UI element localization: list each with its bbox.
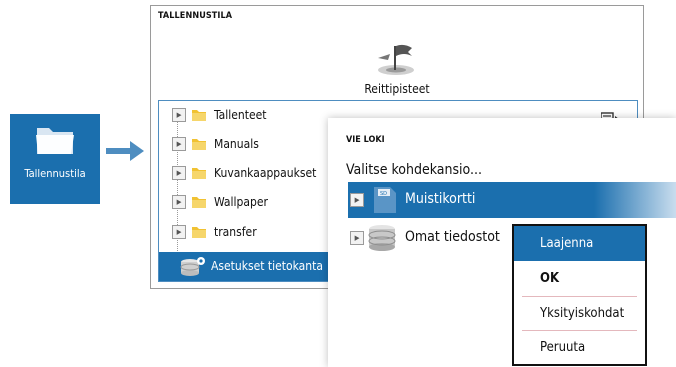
database-settings-icon (180, 257, 205, 276)
waypoints-label[interactable]: Reittipisteet (151, 82, 643, 96)
dialog-title: VIE LOKI (346, 135, 385, 145)
folder-icon (36, 128, 74, 154)
menu-item-expand[interactable]: Laajenna (514, 226, 645, 261)
memory-card-label: Muistikortti (405, 191, 476, 207)
folder-icon (192, 227, 206, 238)
folder-icon (192, 168, 206, 179)
dialog-subtitle: Valitse kohdekansio... (346, 162, 482, 178)
list-item[interactable]: ▶ Manuals (172, 131, 259, 157)
memory-card-item[interactable]: ▶ SD Muistikortti (348, 182, 676, 218)
expand-icon[interactable]: ▶ (172, 137, 186, 151)
database-icon (368, 225, 396, 251)
menu-item-cancel[interactable]: Peruuta (514, 330, 645, 365)
expand-icon[interactable]: ▶ (172, 195, 186, 209)
folder-icon (192, 197, 206, 208)
list-item[interactable]: ▶ Kuvankaappaukset (172, 160, 316, 186)
storage-tile-label: Tallennustila (24, 167, 86, 180)
expand-icon[interactable]: ▶ (172, 225, 186, 239)
svg-text:SD: SD (380, 191, 387, 197)
folder-icon (192, 110, 206, 121)
waypoint-flag-icon[interactable] (373, 42, 419, 76)
menu-item-ok[interactable]: OK (514, 261, 645, 296)
database-settings-label: Asetukset tietokanta (211, 259, 323, 273)
expand-icon[interactable]: ▶ (172, 108, 186, 122)
sd-card-icon: SD (374, 187, 396, 213)
menu-item-details[interactable]: Yksityiskohdat (514, 296, 645, 331)
expand-icon[interactable]: ▶ (350, 193, 364, 207)
list-item[interactable]: ▶ Tallenteet (172, 102, 266, 128)
list-item[interactable]: ▶ transfer (172, 219, 257, 245)
list-item[interactable]: ▶ Wallpaper (172, 189, 268, 215)
folder-icon (192, 139, 206, 150)
window-title: TALLENNUSTILA (158, 11, 233, 21)
list-item-label: transfer (214, 225, 257, 239)
context-menu: Laajenna OK Yksityiskohdat Peruuta (512, 224, 647, 366)
my-files-label: Omat tiedostot (405, 229, 500, 245)
arrow-right-icon (106, 141, 144, 161)
expand-icon[interactable]: ▶ (172, 166, 186, 180)
expand-icon[interactable]: ▶ (350, 231, 364, 245)
list-item-label: Wallpaper (214, 195, 268, 209)
list-item-label: Tallenteet (214, 108, 267, 122)
list-item-label: Manuals (214, 137, 259, 151)
list-item-label: Kuvankaappaukset (214, 166, 317, 180)
storage-tile[interactable]: Tallennustila (10, 114, 100, 204)
